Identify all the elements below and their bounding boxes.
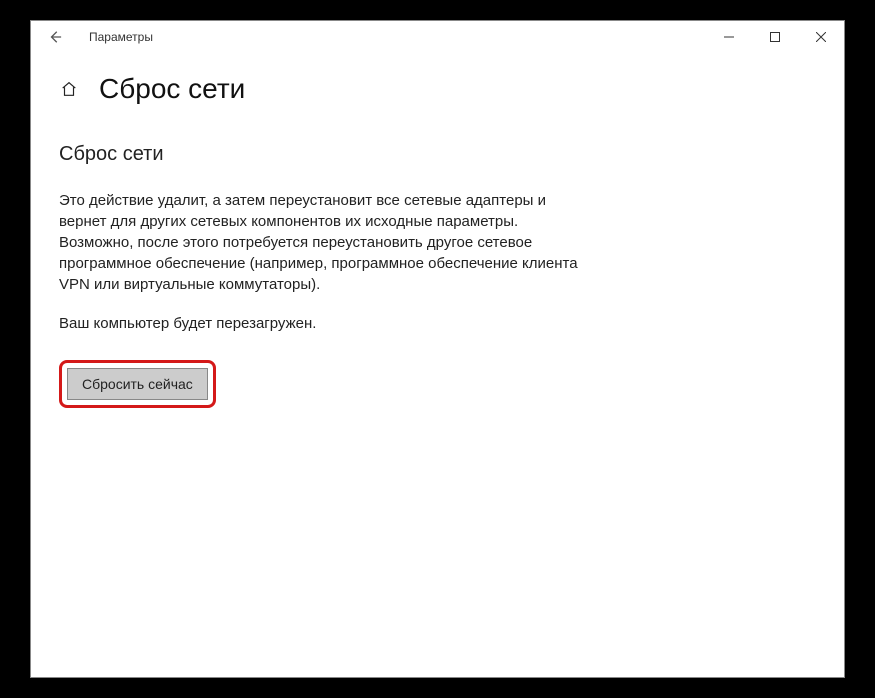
close-button[interactable] xyxy=(798,21,844,53)
reset-now-button[interactable]: Сбросить сейчас xyxy=(67,368,208,400)
settings-window: Параметры xyxy=(30,20,845,678)
content-area: Сброс сети Сброс сети Это действие удали… xyxy=(31,53,844,677)
titlebar: Параметры xyxy=(31,21,844,53)
restart-note: Ваш компьютер будет перезагружен. xyxy=(59,313,579,334)
reset-button-highlight: Сбросить сейчас xyxy=(59,360,216,408)
home-button[interactable] xyxy=(59,79,79,99)
maximize-icon xyxy=(770,32,780,42)
section-heading: Сброс сети xyxy=(59,143,816,166)
home-icon xyxy=(60,80,78,98)
window-title: Параметры xyxy=(89,30,153,44)
window-controls xyxy=(706,21,844,53)
minimize-icon xyxy=(724,32,734,42)
arrow-left-icon xyxy=(48,30,62,44)
page-title: Сброс сети xyxy=(99,73,245,105)
description-text: Это действие удалит, а затем переустанов… xyxy=(59,190,579,295)
back-button[interactable] xyxy=(39,21,71,53)
close-icon xyxy=(816,32,826,42)
minimize-button[interactable] xyxy=(706,21,752,53)
maximize-button[interactable] xyxy=(752,21,798,53)
heading-row: Сброс сети xyxy=(59,73,816,105)
